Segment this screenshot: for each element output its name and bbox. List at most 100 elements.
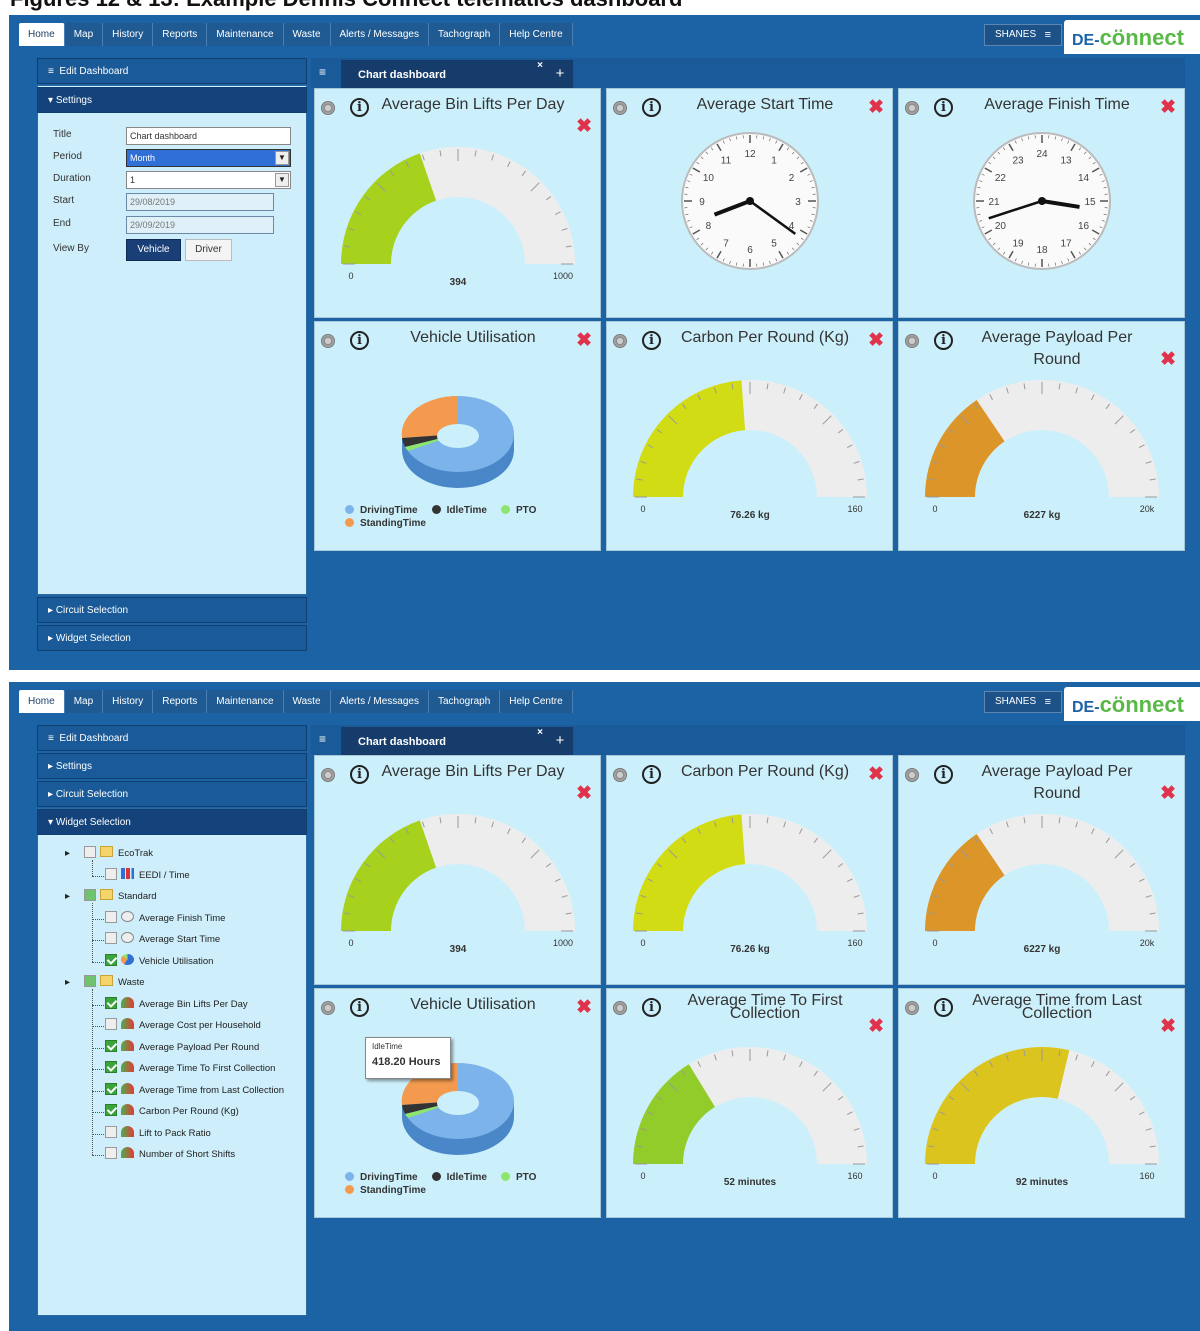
tree-item-label: Average Cost per Household — [139, 1020, 261, 1031]
driver-button[interactable]: Driver — [185, 239, 232, 261]
legend-item-drivingtime[interactable]: DrivingTime — [345, 1172, 418, 1183]
nav-tab-reports[interactable]: Reports — [153, 690, 208, 713]
nav-tab-maintenance[interactable]: Maintenance — [207, 690, 284, 713]
checkbox[interactable] — [84, 889, 96, 901]
widget-selection-bar[interactable]: ▾ Widget Selection — [37, 809, 307, 835]
widget-chart: 0 20k 6227 kg — [925, 814, 1159, 955]
vehicle-button[interactable]: Vehicle — [126, 239, 181, 261]
nav-tab-help-centre[interactable]: Help Centre — [500, 23, 573, 46]
checkbox[interactable] — [105, 867, 117, 880]
expand-toggle-icon[interactable]: ▸ — [65, 891, 70, 902]
add-tab-button[interactable]: + — [547, 727, 573, 755]
settings-bar[interactable]: ▸ Settings — [37, 753, 307, 779]
tree-item[interactable]: Average Time from Last Collection — [105, 1082, 284, 1101]
hamburger-icon[interactable]: ≡ — [319, 65, 326, 79]
nav-tab-history[interactable]: History — [103, 23, 154, 46]
add-tab-button[interactable]: + — [547, 60, 573, 88]
start-date-input[interactable]: 29/08/2019 — [126, 193, 274, 211]
legend-item-pto[interactable]: PTO — [501, 505, 536, 516]
edit-dashboard-bar[interactable]: ≡ Edit Dashboard — [37, 58, 307, 84]
checkbox[interactable] — [105, 996, 117, 1009]
nav-tab-waste[interactable]: Waste — [283, 690, 331, 713]
period-select[interactable]: Month ▼ — [126, 149, 291, 167]
nav-tab-alerts-messages[interactable]: Alerts / Messages — [330, 690, 429, 713]
tree-item[interactable]: Vehicle Utilisation — [105, 953, 213, 972]
clock-number: 13 — [1060, 155, 1072, 166]
checkbox[interactable] — [84, 846, 96, 858]
gauge-max-label: 1000 — [553, 271, 573, 281]
checkbox[interactable] — [105, 1125, 117, 1138]
legend-item-idletime[interactable]: IdleTime — [431, 505, 487, 516]
tab-chart-dashboard[interactable]: Chart dashboard × — [341, 727, 547, 755]
checkbox[interactable] — [105, 932, 117, 944]
nav-tab-tachograph[interactable]: Tachograph — [429, 23, 501, 46]
close-icon[interactable]: × — [537, 51, 543, 81]
end-date-input[interactable]: 29/09/2019 — [126, 216, 274, 234]
edit-dashboard-bar[interactable]: ≡ Edit Dashboard — [37, 725, 307, 751]
tree-item[interactable]: Average Payload Per Round — [105, 1039, 259, 1058]
folder-icon — [100, 975, 113, 986]
widget-selection-bar[interactable]: ▸ Widget Selection — [37, 625, 307, 651]
expand-toggle-icon[interactable]: ▸ — [65, 977, 70, 988]
nav-tab-home[interactable]: Home — [19, 23, 65, 46]
circuit-selection-bar[interactable]: ▸ Circuit Selection — [37, 597, 307, 623]
tree-item[interactable]: Waste — [84, 975, 145, 993]
tree-item[interactable]: Average Time To First Collection — [105, 1061, 275, 1079]
nav-tab-waste[interactable]: Waste — [283, 23, 331, 46]
circuit-selection-bar[interactable]: ▸ Circuit Selection — [37, 781, 307, 807]
legend-item-standingtime[interactable]: StandingTime — [345, 1185, 581, 1196]
tree-item[interactable]: Average Cost per Household — [105, 1018, 261, 1036]
tree-connector — [92, 1047, 104, 1049]
legend-item-drivingtime[interactable]: DrivingTime — [345, 505, 418, 516]
tree-item[interactable]: Lift to Pack Ratio — [105, 1125, 211, 1144]
tree-item[interactable]: Average Finish Time — [105, 910, 225, 929]
tree-connector — [92, 961, 104, 963]
legend-item-standingtime[interactable]: StandingTime — [345, 518, 581, 529]
checkbox[interactable] — [105, 1082, 117, 1095]
close-icon[interactable]: × — [537, 718, 543, 748]
tree-item[interactable]: Carbon Per Round (Kg) — [105, 1104, 239, 1122]
checkbox[interactable] — [105, 953, 117, 966]
legend-item-idletime[interactable]: IdleTime — [431, 1172, 487, 1183]
tree-item[interactable]: EcoTrak — [84, 846, 153, 864]
duration-select[interactable]: 1 ▼ — [126, 171, 291, 189]
tree-item[interactable]: Number of Short Shifts — [105, 1147, 235, 1165]
checkbox[interactable] — [105, 1147, 117, 1159]
nav-tab-help-centre[interactable]: Help Centre — [500, 690, 573, 713]
tree-item[interactable]: Standard — [84, 889, 157, 907]
tree-item[interactable]: Average Bin Lifts Per Day — [105, 996, 248, 1015]
nav-tab-map[interactable]: Map — [64, 23, 104, 46]
legend-dot — [345, 518, 354, 527]
checkbox[interactable] — [105, 1061, 117, 1073]
checkbox[interactable] — [105, 910, 117, 923]
nav-tab-history[interactable]: History — [103, 690, 154, 713]
nav-tab-tachograph[interactable]: Tachograph — [429, 690, 501, 713]
checkbox[interactable] — [105, 1104, 117, 1116]
checkbox[interactable] — [84, 975, 96, 987]
hamburger-icon[interactable]: ≡ — [319, 732, 326, 746]
clock-center — [746, 197, 754, 205]
legend-item-pto[interactable]: PTO — [501, 1172, 536, 1183]
nav-tab-map[interactable]: Map — [64, 690, 104, 713]
chart-tooltip: IdleTime 418.20 Hours — [365, 1037, 451, 1079]
gauge-max-label: 160 — [847, 1171, 862, 1181]
checkbox[interactable] — [105, 1039, 117, 1052]
nav-tab-maintenance[interactable]: Maintenance — [207, 23, 284, 46]
tree-item[interactable]: Average Start Time — [105, 932, 220, 950]
tab-chart-dashboard[interactable]: Chart dashboard × — [341, 60, 547, 88]
tree-item[interactable]: EEDI / Time — [105, 867, 190, 886]
nav-tab-home[interactable]: Home — [19, 690, 65, 713]
user-menu[interactable]: SHANES ≡ — [984, 691, 1062, 713]
user-menu[interactable]: SHANES ≡ — [984, 24, 1062, 46]
gauge-value-band — [633, 814, 746, 931]
checkbox[interactable] — [105, 1018, 117, 1030]
gauge-value-band — [633, 380, 746, 497]
title-input[interactable]: Chart dashboard — [126, 127, 291, 145]
settings-bar[interactable]: ▾ Settings — [37, 87, 307, 113]
gauge-max-label: 20k — [1140, 504, 1155, 514]
nav-tab-alerts-messages[interactable]: Alerts / Messages — [330, 23, 429, 46]
gauge-value-label: 6227 kg — [1024, 944, 1061, 955]
nav-tab-reports[interactable]: Reports — [153, 23, 208, 46]
expand-toggle-icon[interactable]: ▸ — [65, 848, 70, 859]
logo-part1: DE- — [1072, 32, 1100, 49]
